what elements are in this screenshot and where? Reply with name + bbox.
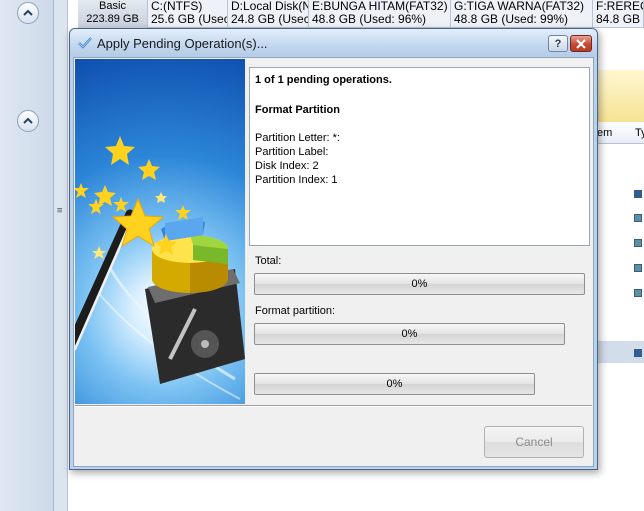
disk-index-line: Disk Index: 2 [255,160,319,172]
operation-info-box: 1 of 1 pending operations. Format Partit… [249,67,590,246]
wizard-illustration [75,59,245,404]
column-header-type[interactable]: Ty [635,127,644,139]
close-icon [576,38,586,49]
star-icon [138,159,160,180]
total-progress-text: 0% [411,278,428,290]
star-icon [75,183,89,198]
disk-basic-cell[interactable]: Basic 223.89 GB [78,0,148,28]
close-button[interactable] [570,35,592,52]
star-icon [113,197,129,212]
star-icon [155,192,167,203]
step-progress-bar: 0% [254,373,535,395]
checkmark-icon [78,37,92,49]
partition-letter-line: Partition Letter: *: [255,132,340,144]
total-progress-label: Total: [255,255,282,267]
dialog-titlebar[interactable]: Apply Pending Operation(s)... ? [70,29,597,57]
apply-pending-dialog: Apply Pending Operation(s)... ? 1 of 1 p… [69,28,598,470]
partition-label-line: Partition Label: [255,146,329,158]
star-icon [175,205,191,220]
help-icon: ? [554,37,562,50]
partition-c-cell[interactable]: C:(NTFS) 25.6 GB (Usec [148,0,228,28]
chevron-up-icon [23,9,33,16]
partition-marker-icon [634,264,642,272]
partition-f-cell[interactable]: F:REREO 84.8 GB [593,0,644,28]
format-progress-label: Format partition: [255,305,336,317]
partition-index-line: Partition Index: 1 [255,174,338,186]
chevron-up-icon [23,117,33,124]
pie-chart-icon [152,217,228,293]
partition-d-cell[interactable]: D:Local Disk(N 24.8 GB (Usec [228,0,309,28]
cancel-button[interactable]: Cancel [484,426,584,458]
collapse-up-button-2[interactable] [17,110,39,132]
dialog-title: Apply Pending Operation(s)... [97,36,268,51]
partition-usage: 24.8 GB (Usec [231,12,309,26]
help-button[interactable]: ? [548,35,568,52]
total-progress-bar: 0% [254,273,585,295]
format-progress-bar: 0% [254,323,565,345]
left-panel [0,0,54,511]
button-separator [75,405,592,407]
partition-marker-icon [634,349,642,357]
partition-list-panel: em Ty [597,28,644,511]
partition-list-header: em Ty [597,122,644,144]
splitter-grip-icon: ≡ [57,206,63,216]
collapse-up-button-1[interactable] [17,2,39,24]
format-progress-text: 0% [401,328,418,340]
dialog-client-area: 1 of 1 pending operations. Format Partit… [73,57,594,467]
partition-e-cell[interactable]: E:BUNGA HITAM(FAT32) 48.8 GB (Used: 96%) [309,0,451,28]
partition-usage: 48.8 GB (Used: 96%) [312,12,427,26]
operation-title: Format Partition [255,104,340,116]
magic-wand-disk-illustration [75,136,245,400]
disk-size-label: 223.89 GB [86,13,139,25]
partition-marker-icon [634,289,642,297]
pending-count-text: 1 of 1 pending operations. [255,74,392,86]
partition-g-cell[interactable]: G:TIGA WARNA(FAT32) 48.8 GB (Used: 99%) [451,0,593,28]
disk-type-label: Basic [99,0,126,12]
panel-splitter[interactable]: ≡ [54,0,68,511]
star-icon [92,246,106,259]
disk-map-strip: Basic 223.89 GB C:(NTFS) 25.6 GB (Usec D… [78,0,644,28]
step-progress-text: 0% [386,378,403,390]
partition-usage: 48.8 GB (Used: 99%) [454,12,569,26]
operation-details: Partition Letter: *: Partition Label: Di… [255,131,584,187]
partition-usage: 84.8 GB [596,12,641,26]
partition-marker-icon [634,190,642,198]
partition-usage: 25.6 GB (Usec [151,12,228,26]
column-header-item[interactable]: em [597,127,612,139]
star-icon [105,136,135,165]
partition-marker-icon [634,239,642,247]
partition-marker-icon [634,214,642,222]
